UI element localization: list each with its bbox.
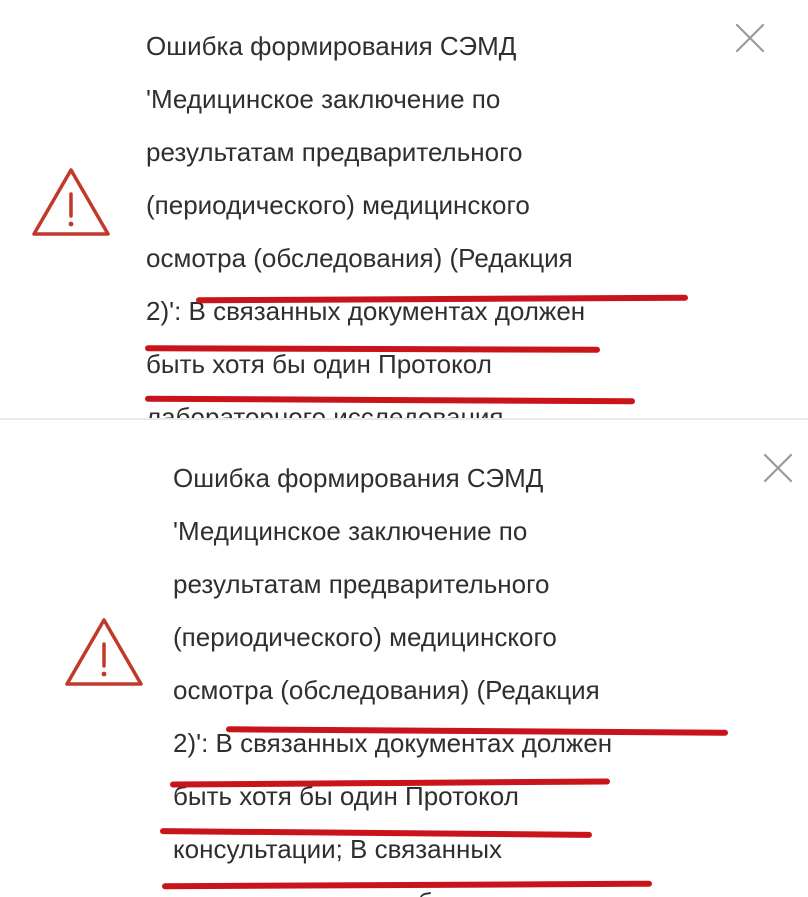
message-line: осмотра (обследования) (Редакция [173, 675, 600, 705]
close-icon[interactable] [760, 450, 796, 486]
notification-message: Ошибка формирования СЭМД 'Медицинское за… [146, 20, 585, 444]
warning-triangle-icon [32, 168, 110, 236]
message-line: 'Медицинское заключение по [146, 84, 501, 114]
message-line: результатам предварительного [146, 137, 523, 167]
message-line: (периодического) медицинского [146, 190, 530, 220]
underline-annotation [195, 294, 689, 304]
warning-triangle-icon [65, 618, 143, 686]
message-line: результатам предварительного [173, 569, 550, 599]
error-notification: Ошибка формирования СЭМД 'Медицинское за… [0, 0, 808, 432]
message-line: 'Медицинское заключение по [173, 516, 528, 546]
close-icon[interactable] [732, 20, 768, 56]
message-line: 2)': В связанных документах должен [173, 728, 613, 758]
message-line: 2)': В связанных документах должен [146, 296, 586, 326]
message-line: Ошибка формирования СЭМД [146, 31, 517, 61]
message-line: осмотра (обследования) (Редакция [146, 243, 573, 273]
message-line: (периодического) медицинского [173, 622, 557, 652]
error-notification: Ошибка формирования СЭМД 'Медицинское за… [0, 420, 808, 897]
message-line: Ошибка формирования СЭМД [173, 463, 544, 493]
